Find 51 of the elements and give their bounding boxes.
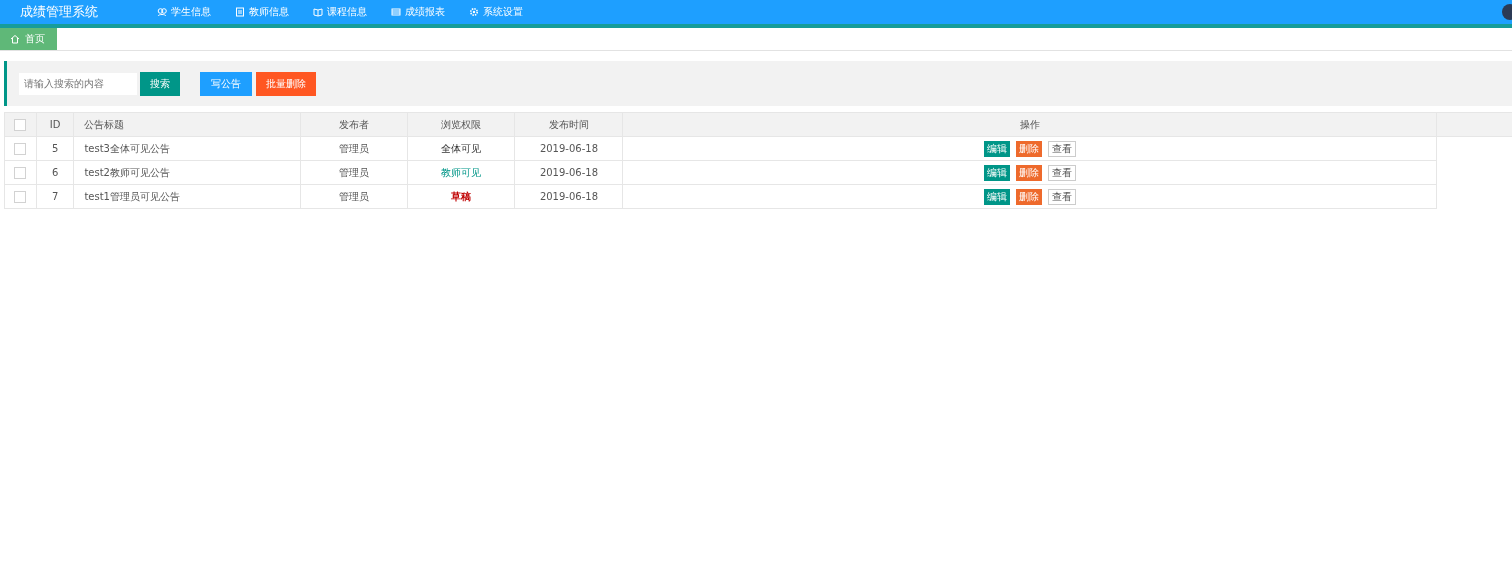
table-cell: 教师可见 [407, 160, 515, 185]
table-cell: test1管理员可见公告 [73, 184, 301, 209]
home-icon [10, 34, 20, 44]
table-cell: 管理员 [300, 184, 408, 209]
view-button[interactable]: 查看 [1047, 140, 1076, 157]
table-cell: 5 [36, 136, 74, 161]
people-icon [157, 7, 167, 17]
book-icon [313, 7, 323, 17]
nav-link[interactable]: 教师信息 [223, 5, 301, 19]
checkbox[interactable] [14, 118, 27, 131]
nav-link[interactable]: 课程信息 [301, 5, 379, 19]
search-button[interactable]: 搜索 [140, 71, 180, 96]
table-cell: 2019-06-18 [514, 184, 623, 209]
edit-button[interactable]: 编辑 [983, 164, 1010, 181]
checkbox[interactable] [14, 166, 27, 179]
app-title: 成绩管理系统 [20, 3, 99, 21]
nav-link[interactable]: 系统设置 [457, 5, 535, 19]
column-header: 发布者 [300, 112, 408, 137]
table-cell: 全体可见 [407, 136, 515, 161]
table-cell: test3全体可见公告 [73, 136, 301, 161]
column-header: 浏览权限 [407, 112, 515, 137]
table-cell: 草稿 [407, 184, 515, 209]
view-button[interactable]: 查看 [1047, 188, 1076, 205]
edit-button[interactable]: 编辑 [983, 188, 1010, 205]
delete-button[interactable]: 删除 [1015, 140, 1042, 157]
edit-button[interactable]: 编辑 [983, 140, 1010, 157]
table-cell: 6 [36, 160, 74, 185]
checkbox[interactable] [14, 190, 27, 203]
search-field[interactable]: 请输入搜索的内容 [19, 72, 137, 95]
table-cell: 管理员 [300, 160, 408, 185]
view-button[interactable]: 查看 [1047, 164, 1076, 181]
clipboard-icon [235, 7, 245, 17]
table-cell: test2教师可见公告 [73, 160, 301, 185]
settings-icon [469, 7, 479, 17]
column-header: ID [36, 112, 74, 137]
table-cell: 管理员 [300, 136, 408, 161]
tab[interactable]: 首页 [0, 28, 57, 50]
delete-button[interactable]: 删除 [1015, 164, 1042, 181]
column-header: 操作 [622, 112, 1437, 137]
delete-button[interactable]: 删除 [1015, 188, 1042, 205]
table-cell: 2019-06-18 [514, 136, 623, 161]
column-header: 发布时间 [514, 112, 623, 137]
table-cell: 2019-06-18 [514, 160, 623, 185]
write-button[interactable]: 写公告 [200, 71, 252, 96]
checkbox[interactable] [14, 142, 27, 155]
column-header: 公告标题 [73, 112, 301, 137]
delete-button[interactable]: 批量删除 [256, 71, 316, 96]
table-cell: 7 [36, 184, 74, 209]
nav-link[interactable]: 成绩报表 [379, 5, 457, 19]
list-icon [391, 7, 401, 17]
nav-link[interactable]: 学生信息 [145, 5, 223, 19]
